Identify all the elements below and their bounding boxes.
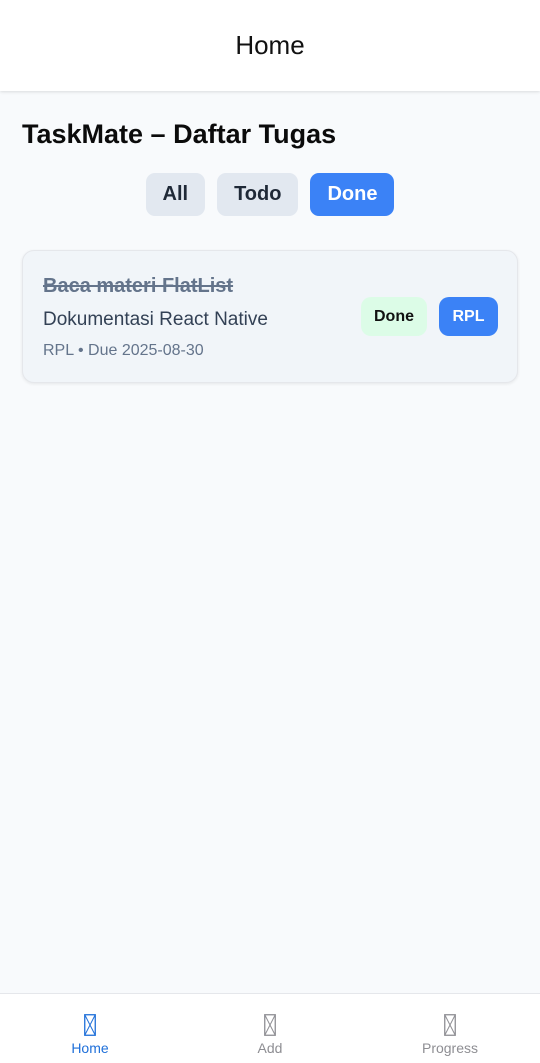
task-title: Baca materi FlatList bbox=[43, 275, 234, 297]
app-screen: Home TaskMate – Daftar Tugas All Todo Do… bbox=[0, 0, 540, 1063]
missing-glyph-icon bbox=[264, 1014, 276, 1036]
app-header: Home bbox=[0, 0, 540, 91]
tab-label: Add bbox=[257, 1040, 283, 1056]
task-meta: RPL • Due 2025-08-30 bbox=[43, 342, 204, 359]
task-card[interactable]: Baca materi FlatList Dokumentasi React N… bbox=[22, 250, 518, 383]
header-title: Home bbox=[235, 30, 305, 60]
status-badge[interactable]: Done bbox=[361, 297, 427, 336]
tab-add[interactable]: Add bbox=[180, 994, 360, 1063]
category-badge[interactable]: RPL bbox=[439, 297, 498, 336]
task-badges: Done RPL bbox=[361, 297, 498, 336]
tab-label: Home bbox=[71, 1040, 109, 1056]
page-title: TaskMate – Daftar Tugas bbox=[22, 119, 337, 149]
filter-all-button[interactable]: All bbox=[145, 173, 206, 216]
filter-todo-button[interactable]: Todo bbox=[217, 173, 299, 216]
filter-done-button[interactable]: Done bbox=[310, 173, 395, 216]
tab-home[interactable]: Home bbox=[0, 994, 180, 1063]
bottom-tab-bar: Home Add Progress bbox=[0, 993, 540, 1063]
tab-progress[interactable]: Progress bbox=[360, 994, 540, 1063]
filter-bar: All Todo Done bbox=[22, 173, 518, 216]
missing-glyph-icon bbox=[444, 1014, 456, 1036]
tab-label: Progress bbox=[421, 1040, 479, 1056]
main-content: TaskMate – Daftar Tugas All Todo Done Ba… bbox=[0, 91, 540, 993]
missing-glyph-icon bbox=[84, 1014, 96, 1036]
